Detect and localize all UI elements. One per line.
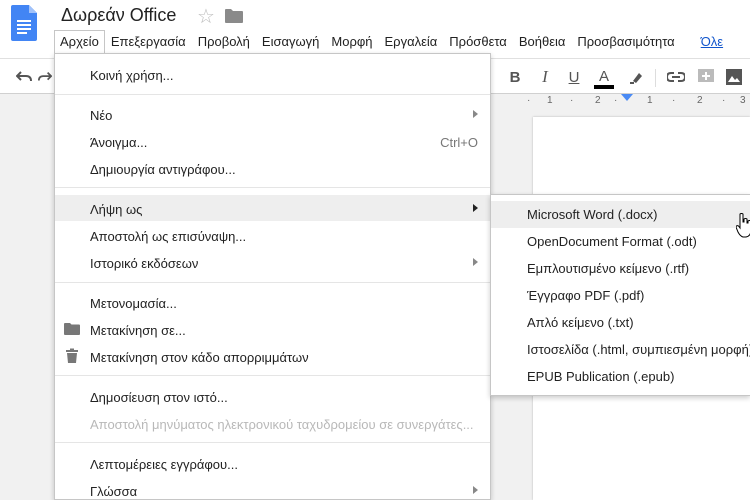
- submenu-arrow-icon: [473, 486, 478, 494]
- ruler-tick: ·: [570, 95, 574, 106]
- menu-separator: [55, 187, 490, 188]
- submenu-arrow-icon: [473, 204, 478, 212]
- submenu-arrow-icon: [473, 110, 478, 118]
- link-icon[interactable]: [666, 67, 686, 87]
- menu-item-label: Αποστολή ως επισύναψη...: [90, 229, 247, 244]
- menu-item-label: Νέο: [90, 108, 113, 123]
- menu-item-label: Μετακίνηση στον κάδο απορριμμάτων: [90, 350, 309, 365]
- submenu-item-label: Απλό κείμενο (.txt): [527, 315, 634, 330]
- bold-icon[interactable]: B: [505, 67, 525, 87]
- hand-cursor-icon: [736, 213, 750, 238]
- folder-icon[interactable]: [225, 9, 243, 23]
- menu-item-share[interactable]: Κοινή χρήση...: [55, 61, 490, 87]
- file-menu: Κοινή χρήση... Νέο Άνοιγμα... Ctrl+O Δημ…: [54, 53, 491, 500]
- submenu-item-label: EPUB Publication (.epub): [527, 369, 675, 384]
- menu-separator: [55, 94, 490, 95]
- menu-tools[interactable]: Εργαλεία: [379, 30, 444, 54]
- submenu-item-label: OpenDocument Format (.odt): [527, 234, 697, 249]
- menu-insert[interactable]: Εισαγωγή: [256, 30, 325, 54]
- download-html[interactable]: Ιστοσελίδα (.html, συμπιεσμένη μορφή): [491, 336, 750, 363]
- underline-icon[interactable]: U: [564, 67, 584, 87]
- menu-item-version-history[interactable]: Ιστορικό εκδόσεων: [55, 249, 490, 275]
- menu-help[interactable]: Βοήθεια: [513, 30, 572, 54]
- ruler-tick: 2: [697, 95, 703, 106]
- menu-item-publish[interactable]: Δημοσίευση στον ιστό...: [55, 383, 490, 409]
- menu-item-label: Μετονομασία...: [90, 296, 177, 311]
- menu-item-move-to-trash[interactable]: Μετακίνηση στον κάδο απορριμμάτων: [55, 343, 490, 369]
- menu-item-label: Αποστολή μηνύματος ηλεκτρονικού ταχυδρομ…: [90, 417, 474, 432]
- submenu-item-label: Microsoft Word (.docx): [527, 207, 658, 222]
- menu-item-label: Άνοιγμα...: [90, 135, 148, 150]
- ruler-tick: 3: [740, 95, 746, 106]
- menu-item-rename[interactable]: Μετονομασία...: [55, 289, 490, 315]
- menu-item-email-collaborators: Αποστολή μηνύματος ηλεκτρονικού ταχυδρομ…: [55, 410, 490, 436]
- ruler-tick: 1: [547, 95, 553, 106]
- italic-icon[interactable]: I: [535, 67, 555, 87]
- menu-edit[interactable]: Επεξεργασία: [105, 30, 192, 54]
- highlight-icon[interactable]: [627, 67, 647, 87]
- menu-item-new[interactable]: Νέο: [55, 101, 490, 127]
- comment-icon[interactable]: [696, 67, 716, 87]
- undo-icon[interactable]: [14, 67, 34, 87]
- menu-accessibility[interactable]: Προσβασιμότητα: [571, 30, 680, 54]
- menu-item-label: Δημιουργία αντιγράφου...: [90, 162, 236, 177]
- ruler-tick: ·: [527, 95, 531, 106]
- menu-item-label: Γλώσσα: [90, 484, 138, 499]
- ruler-tick: 1: [647, 95, 653, 106]
- ruler-tick: ·: [672, 95, 676, 106]
- menu-item-label: Δημοσίευση στον ιστό...: [90, 390, 228, 405]
- menu-separator: [55, 375, 490, 376]
- download-epub[interactable]: EPUB Publication (.epub): [491, 363, 750, 390]
- menu-item-open[interactable]: Άνοιγμα... Ctrl+O: [55, 128, 490, 154]
- ruler[interactable]: · 1 · 2 · 1 · 2 · 3: [500, 94, 750, 108]
- menu-bar: Αρχείο Επεξεργασία Προβολή Εισαγωγή Μορφ…: [54, 30, 729, 54]
- menu-item-label: Λεπτομέρειες εγγράφου...: [90, 457, 238, 472]
- submenu-arrow-icon: [473, 258, 478, 266]
- download-odt[interactable]: OpenDocument Format (.odt): [491, 228, 750, 255]
- ruler-tick: ·: [614, 95, 618, 106]
- menu-separator: [55, 442, 490, 443]
- redo-icon[interactable]: [38, 67, 52, 87]
- folder-icon: [64, 323, 80, 335]
- menu-format[interactable]: Μορφή: [325, 30, 378, 54]
- text-color-icon[interactable]: A: [594, 67, 614, 89]
- download-rtf[interactable]: Εμπλουτισμένο κείμενο (.rtf): [491, 255, 750, 282]
- submenu-item-label: Έγγραφο PDF (.pdf): [527, 288, 645, 303]
- download-as-submenu: Microsoft Word (.docx) OpenDocument Form…: [490, 194, 750, 396]
- menu-view[interactable]: Προβολή: [192, 30, 256, 54]
- image-icon[interactable]: [724, 67, 744, 87]
- shortcut-label: Ctrl+O: [440, 135, 478, 150]
- document-title[interactable]: Δωρεάν Office: [61, 5, 176, 26]
- menu-item-download-as[interactable]: Λήψη ως: [55, 195, 490, 221]
- star-icon[interactable]: ☆: [197, 4, 215, 29]
- trash-icon: [66, 348, 78, 363]
- menu-item-email-attachment[interactable]: Αποστολή ως επισύναψη...: [55, 222, 490, 248]
- menu-separator: [55, 282, 490, 283]
- last-edit-link[interactable]: Όλε: [695, 30, 729, 54]
- menu-addons[interactable]: Πρόσθετα: [443, 30, 513, 54]
- indent-marker[interactable]: [621, 94, 633, 101]
- menu-item-document-details[interactable]: Λεπτομέρειες εγγράφου...: [55, 450, 490, 476]
- download-pdf[interactable]: Έγγραφο PDF (.pdf): [491, 282, 750, 309]
- ruler-tick: 2: [595, 95, 601, 106]
- menu-item-language[interactable]: Γλώσσα: [55, 477, 490, 500]
- toolbar-divider: [655, 69, 656, 87]
- menu-item-make-copy[interactable]: Δημιουργία αντιγράφου...: [55, 155, 490, 181]
- download-txt[interactable]: Απλό κείμενο (.txt): [491, 309, 750, 336]
- menu-item-label: Ιστορικό εκδόσεων: [90, 256, 199, 271]
- download-docx[interactable]: Microsoft Word (.docx): [491, 201, 750, 228]
- docs-logo-icon[interactable]: [11, 5, 37, 41]
- submenu-item-label: Ιστοσελίδα (.html, συμπιεσμένη μορφή): [527, 342, 750, 357]
- menu-item-move-to[interactable]: Μετακίνηση σε...: [55, 316, 490, 342]
- menu-item-label: Λήψη ως: [90, 202, 143, 217]
- ruler-tick: ·: [722, 95, 726, 106]
- menu-file[interactable]: Αρχείο: [54, 30, 105, 54]
- app-header: Δωρεάν Office ☆ Αρχείο Επεξεργασία Προβο…: [0, 0, 750, 58]
- menu-item-label: Μετακίνηση σε...: [90, 323, 186, 338]
- submenu-item-label: Εμπλουτισμένο κείμενο (.rtf): [527, 261, 690, 276]
- menu-item-label: Κοινή χρήση...: [90, 68, 174, 83]
